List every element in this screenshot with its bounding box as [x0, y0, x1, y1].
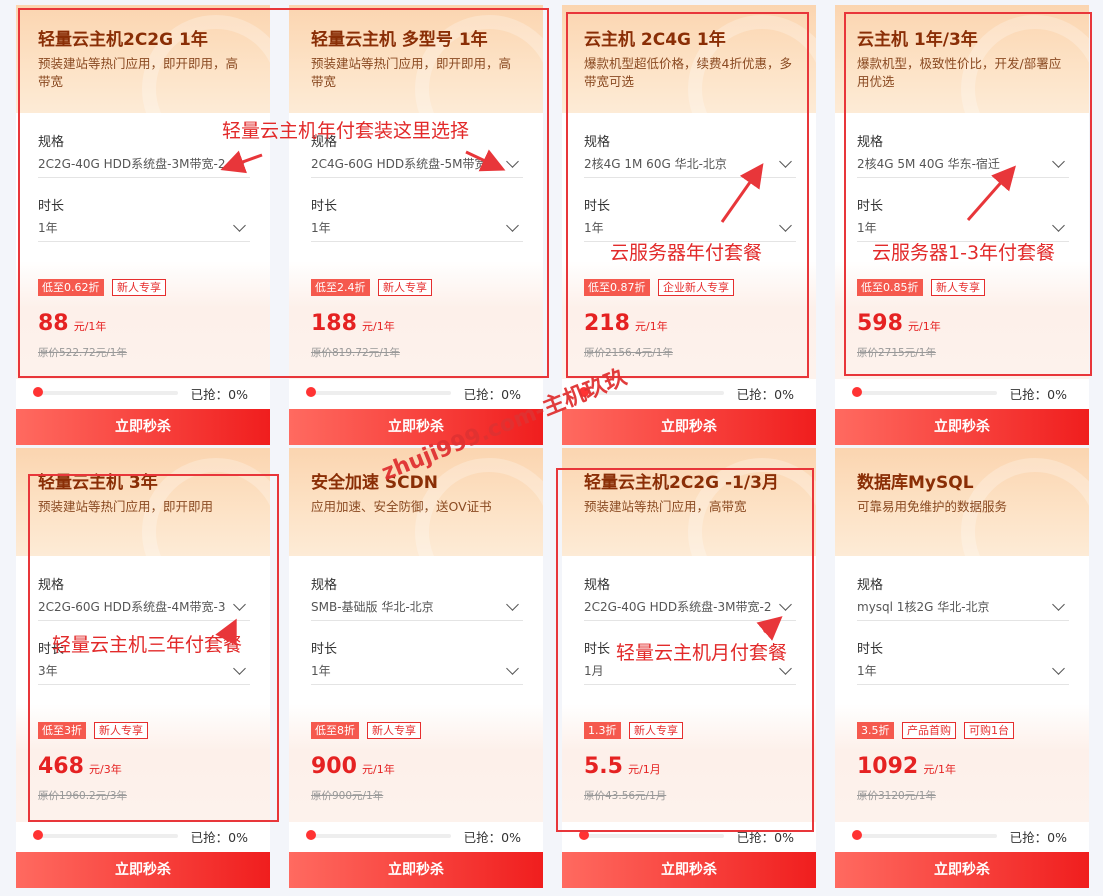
- annotation-arrow-6: [756, 616, 783, 641]
- annotation-arrow-2: [465, 149, 506, 172]
- annotation-arrow-1: [220, 150, 263, 174]
- annotation-arrows: [215, 149, 1016, 646]
- annotation-arrow-5: [215, 618, 237, 646]
- annotation-arrow-3: [720, 163, 764, 223]
- annotation-arrow-4: [966, 165, 1016, 221]
